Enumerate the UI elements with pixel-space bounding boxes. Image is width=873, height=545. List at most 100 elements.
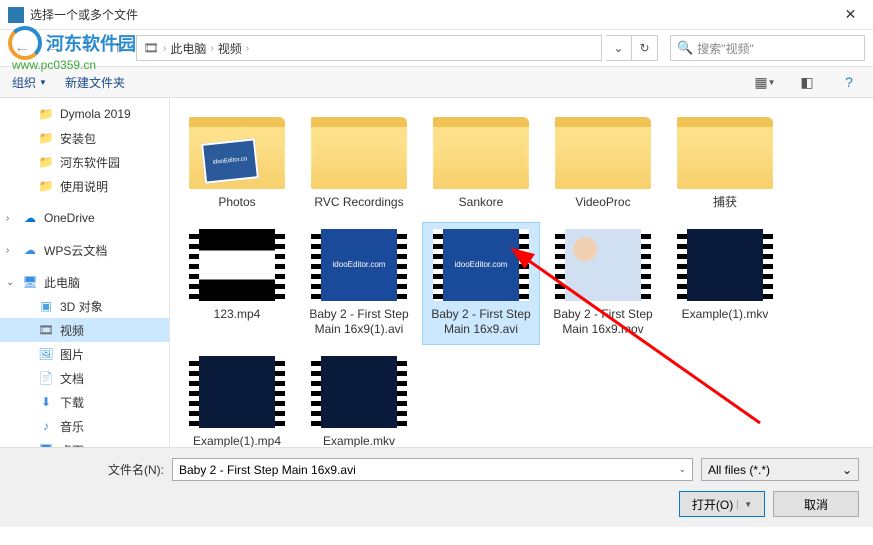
sidebar-item-label: 文档 <box>60 370 84 387</box>
music-icon: ♪ <box>38 418 54 434</box>
file-label: 捕获 <box>713 195 737 211</box>
folder-item[interactable]: VideoProc <box>544 110 662 218</box>
sidebar-item-label: 使用说明 <box>60 178 108 195</box>
video-thumbnail: idooEditor.com <box>311 229 407 301</box>
filename-label: 文件名(N): <box>104 461 164 478</box>
file-label: Example.mkv <box>323 434 395 447</box>
recent-dropdown[interactable]: ⌄ <box>72 34 100 62</box>
sidebar-item[interactable]: 📄文档 <box>0 366 169 390</box>
sidebar-item[interactable]: ▣ 3D 对象 <box>0 294 169 318</box>
folder-item[interactable]: Sankore <box>422 110 540 218</box>
file-item[interactable]: idooEditor.com Baby 2 - First Step Main 1… <box>300 222 418 345</box>
folder-item[interactable]: 捕获 <box>666 110 784 218</box>
desktop-icon: 🖥 <box>38 442 54 447</box>
folder-thumbnail <box>555 117 651 189</box>
sidebar-item-label: 下载 <box>60 394 84 411</box>
close-button[interactable]: ✕ <box>828 0 873 30</box>
view-options-button[interactable]: ▦ ▼ <box>753 70 777 94</box>
sidebar-item[interactable]: 🎞 视频 <box>0 318 169 342</box>
sidebar-item[interactable]: 📁 安装包 <box>0 126 169 150</box>
sidebar-item[interactable]: ⬇ 下载 <box>0 390 169 414</box>
file-item[interactable]: Example(1).mp4 <box>178 349 296 447</box>
chevron-down-icon[interactable]: ⌄ <box>678 464 686 475</box>
organize-menu[interactable]: 组织▼ <box>12 74 47 91</box>
cancel-button[interactable]: 取消 <box>773 491 859 517</box>
expand-chevron-icon[interactable]: › <box>6 245 9 256</box>
back-button[interactable]: ← <box>8 34 36 62</box>
toolbar: 组织▼ 新建文件夹 ▦ ▼ ◧ ? <box>0 66 873 98</box>
video-thumbnail: idooEditor.com <box>433 229 529 301</box>
sidebar-item-label: 此电脑 <box>44 274 80 291</box>
sidebar-item[interactable]: ♪ 音乐 <box>0 414 169 438</box>
sidebar-item[interactable]: › ☁ OneDrive <box>0 206 169 230</box>
sidebar-item[interactable]: 🖥 桌面 <box>0 438 169 447</box>
file-item[interactable]: idooEditor.comBaby 2 - First Step Main 1… <box>422 222 540 345</box>
file-item[interactable]: Example(1).mkv <box>666 222 784 345</box>
breadcrumb-seg[interactable]: 此电脑 <box>170 40 206 57</box>
video-thumbnail <box>311 356 407 428</box>
filetype-filter[interactable]: All files (*.*) ⌄ <box>701 458 859 481</box>
chevron-right-icon: › <box>210 43 213 54</box>
sidebar-item[interactable]: 📁使用说明 <box>0 174 169 198</box>
file-label: 123.mp4 <box>214 307 261 323</box>
file-label: RVC Recordings <box>314 195 403 211</box>
newfolder-button[interactable]: 新建文件夹 <box>65 74 125 91</box>
expand-chevron-icon[interactable]: ⌄ <box>6 277 14 288</box>
help-button[interactable]: ? <box>837 70 861 94</box>
dl-icon: ⬇ <box>38 394 54 410</box>
chevron-right-icon: › <box>246 43 249 54</box>
folder-item[interactable]: idooEditor.co Photos <box>178 110 296 218</box>
address-bar[interactable]: 🎞 › 此电脑 › 视频 › <box>136 35 602 61</box>
sidebar-item-label: 河东软件园 <box>60 154 120 171</box>
file-item[interactable]: Example.mkv <box>300 349 418 447</box>
sidebar-item-label: 安装包 <box>60 130 96 147</box>
sidebar-item[interactable]: 📁Dymola 2019 <box>0 102 169 126</box>
file-label: Baby 2 - First Step Main 16x9.mov <box>549 307 657 338</box>
address-dropdown[interactable]: ⌄ <box>606 35 632 61</box>
open-button[interactable]: 打开(O)▼ <box>679 491 765 517</box>
chevron-right-icon: › <box>163 43 166 54</box>
folder-icon: 📁 <box>38 130 54 146</box>
search-input[interactable]: 🔍 搜索"视频" <box>670 35 865 61</box>
sidebar-item[interactable]: 🖼图片 <box>0 342 169 366</box>
sidebar-item-label: 3D 对象 <box>60 298 103 315</box>
file-label: Sankore <box>459 195 504 211</box>
search-icon: 🔍 <box>677 40 693 56</box>
folder-icon: 📁 <box>38 106 54 122</box>
folder-thumbnail <box>677 117 773 189</box>
preview-pane-button[interactable]: ◧ <box>795 70 819 94</box>
folder-thumbnail: idooEditor.co <box>189 117 285 189</box>
sidebar-item[interactable]: ›☁WPS云文档 <box>0 238 169 262</box>
video-thumbnail <box>189 229 285 301</box>
search-placeholder: 搜索"视频" <box>697 40 754 57</box>
video-icon: 🎞 <box>38 322 54 338</box>
sidebar-item-label: OneDrive <box>44 211 95 225</box>
file-label: Photos <box>218 195 255 211</box>
nav-row: ← → ⌄ ↑ 🎞 › 此电脑 › 视频 › ⌄ ↻ 🔍 搜索"视频" <box>0 30 873 66</box>
expand-chevron-icon[interactable]: › <box>6 213 9 224</box>
pc-icon: 🖥 <box>22 274 38 290</box>
file-content-area[interactable]: idooEditor.co Photos RVC Recordings Sankore… <box>170 98 873 447</box>
sidebar-item-label: 音乐 <box>60 418 84 435</box>
file-item[interactable]: Baby 2 - First Step Main 16x9.mov <box>544 222 662 345</box>
sidebar-item-label: 图片 <box>60 346 84 363</box>
window-title: 选择一个或多个文件 <box>30 6 828 23</box>
refresh-button[interactable]: ↻ <box>632 35 658 61</box>
folder-thumbnail <box>433 117 529 189</box>
wps-icon: ☁ <box>22 242 38 258</box>
sidebar-item[interactable]: 📁河东软件园 <box>0 150 169 174</box>
onedrive-icon: ☁ <box>22 210 38 226</box>
file-item[interactable]: 123.mp4 <box>178 222 296 345</box>
app-icon <box>8 7 24 23</box>
file-label: VideoProc <box>575 195 630 211</box>
sidebar-item-label: 视频 <box>60 322 84 339</box>
sidebar-item-label: 桌面 <box>60 442 84 448</box>
file-label: Baby 2 - First Step Main 16x9(1).avi <box>305 307 413 338</box>
folder-item[interactable]: RVC Recordings <box>300 110 418 218</box>
file-label: Example(1).mkv <box>682 307 769 323</box>
sidebar-item[interactable]: ⌄ 🖥 此电脑 <box>0 270 169 294</box>
filename-input[interactable]: Baby 2 - First Step Main 16x9.avi ⌄ <box>172 458 693 481</box>
obj3d-icon: ▣ <box>38 298 54 314</box>
up-button[interactable]: ↑ <box>104 34 132 62</box>
breadcrumb-seg[interactable]: 视频 <box>218 40 242 57</box>
